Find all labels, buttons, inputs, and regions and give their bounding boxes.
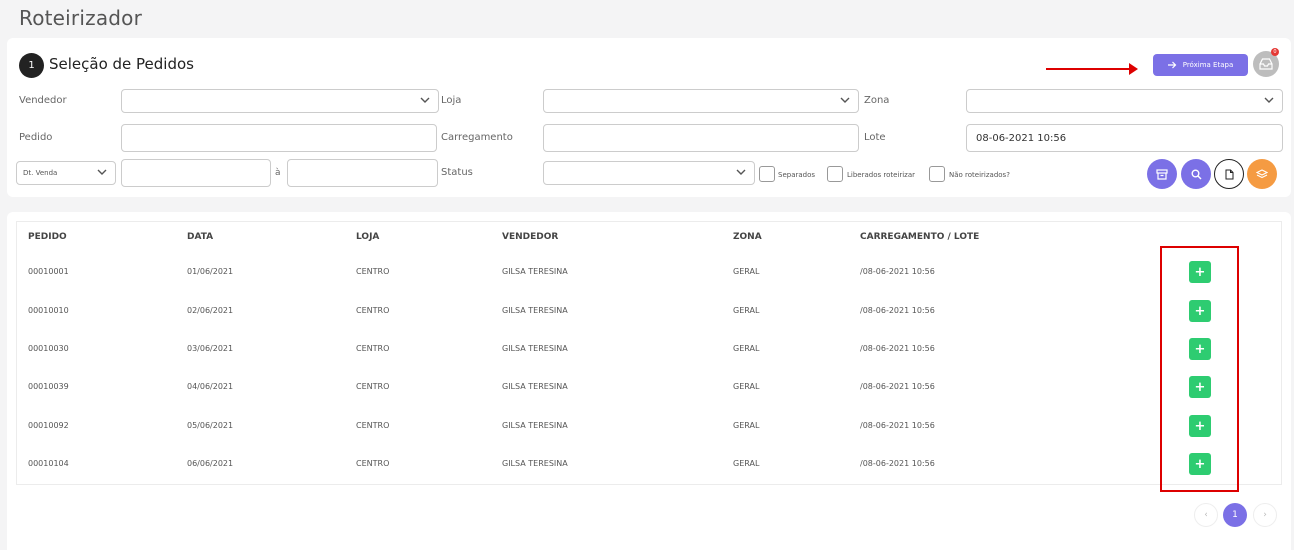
col-header-zona: ZONA (733, 232, 762, 242)
col-header-vendedor: VENDEDOR (502, 232, 559, 242)
annotation-highlight-box (1160, 246, 1239, 492)
col-header-data: DATA (187, 232, 214, 242)
next-step-label: Próxima Etapa (1182, 61, 1234, 69)
step-number-badge: 1 (19, 53, 44, 78)
separados-checkbox[interactable] (759, 166, 775, 182)
page-title: Roteirizador (19, 6, 143, 30)
archive-button[interactable] (1147, 159, 1177, 189)
pagination-page-1[interactable]: 1 (1223, 503, 1247, 527)
cell-zona: GERAL (733, 421, 760, 430)
loja-label: Loja (441, 95, 462, 106)
nao-roteirizados-checkbox[interactable] (929, 166, 945, 182)
cell-pedido: 00010092 (28, 421, 69, 430)
date-from-input[interactable] (121, 159, 271, 187)
cell-pedido: 00010104 (28, 459, 69, 468)
vendedor-label: Vendedor (19, 95, 67, 106)
cell-loja: CENTRO (356, 421, 390, 430)
inbox-icon (1259, 58, 1273, 70)
zona-label: Zona (864, 95, 890, 106)
cell-pedido: 00010001 (28, 267, 69, 276)
cell-zona: GERAL (733, 344, 760, 353)
pedido-input[interactable] (121, 124, 437, 152)
annotation-arrow-head (1129, 63, 1138, 75)
cell-data: 01/06/2021 (187, 267, 234, 276)
separados-label: Separados (778, 171, 816, 179)
date-type-select[interactable]: Dt. Venda (16, 161, 116, 185)
cell-carregamento-lote: /08-06-2021 10:56 (860, 382, 935, 391)
cell-data: 03/06/2021 (187, 344, 234, 353)
carregamento-input[interactable] (543, 124, 859, 152)
cell-vendedor: GILSA TERESINA (502, 267, 568, 276)
cell-zona: GERAL (733, 459, 760, 468)
pedido-label: Pedido (19, 132, 53, 143)
cell-data: 06/06/2021 (187, 459, 234, 468)
status-select[interactable] (543, 161, 755, 185)
cell-vendedor: GILSA TERESINA (502, 306, 568, 315)
chevron-down-icon (840, 97, 850, 103)
cell-loja: CENTRO (356, 382, 390, 391)
cell-carregamento-lote: /08-06-2021 10:56 (860, 306, 935, 315)
cell-data: 02/06/2021 (187, 306, 234, 315)
cell-loja: CENTRO (356, 267, 390, 276)
loja-select[interactable] (543, 89, 859, 113)
cell-vendedor: GILSA TERESINA (502, 382, 568, 391)
cell-pedido: 00010010 (28, 306, 69, 315)
cell-loja: CENTRO (356, 459, 390, 468)
cell-loja: CENTRO (356, 306, 390, 315)
date-type-value: Dt. Venda (23, 169, 58, 177)
search-button[interactable] (1181, 159, 1211, 189)
date-separator: à (275, 168, 281, 178)
lote-label: Lote (864, 132, 886, 143)
chevron-down-icon (420, 97, 430, 103)
col-header-carregamento-lote: CARREGAMENTO / LOTE (860, 232, 980, 242)
arrow-right-icon (1167, 61, 1177, 69)
layers-button[interactable] (1247, 159, 1277, 189)
col-header-loja: LOJA (356, 232, 380, 242)
cell-pedido: 00010039 (28, 382, 69, 391)
layers-icon (1256, 168, 1268, 178)
cell-vendedor: GILSA TERESINA (502, 421, 568, 430)
search-icon (1191, 169, 1201, 179)
pagination-next[interactable]: › (1253, 503, 1277, 527)
annotation-arrow (1046, 68, 1132, 70)
status-label: Status (441, 167, 473, 178)
orders-table (16, 221, 1282, 485)
next-step-button[interactable]: Próxima Etapa (1153, 54, 1248, 76)
cell-vendedor: GILSA TERESINA (502, 344, 568, 353)
zona-select[interactable] (966, 89, 1283, 113)
cell-carregamento-lote: /08-06-2021 10:56 (860, 421, 935, 430)
orders-card (7, 212, 1291, 550)
nao-roteirizados-label: Não roteirizados? (949, 171, 1010, 179)
liberados-checkbox[interactable] (827, 166, 843, 182)
cell-loja: CENTRO (356, 344, 390, 353)
chevron-down-icon (736, 169, 746, 175)
cell-data: 05/06/2021 (187, 421, 234, 430)
liberados-label: Liberados roteirizar (847, 171, 916, 179)
step-title: Seleção de Pedidos (49, 55, 194, 73)
chevron-down-icon (1264, 97, 1274, 103)
cell-carregamento-lote: /08-06-2021 10:56 (860, 344, 935, 353)
lote-input[interactable]: 08-06-2021 10:56 (966, 124, 1283, 152)
document-button[interactable] (1214, 159, 1244, 189)
carregamento-label: Carregamento (441, 132, 513, 143)
cell-pedido: 00010030 (28, 344, 69, 353)
cell-vendedor: GILSA TERESINA (502, 459, 568, 468)
col-header-pedido: PEDIDO (28, 232, 67, 242)
vendedor-select[interactable] (121, 89, 439, 113)
archive-icon (1156, 168, 1168, 180)
chevron-down-icon (97, 169, 107, 175)
date-to-input[interactable] (287, 159, 438, 187)
cell-data: 04/06/2021 (187, 382, 234, 391)
cell-zona: GERAL (733, 382, 760, 391)
cell-zona: GERAL (733, 306, 760, 315)
cell-carregamento-lote: /08-06-2021 10:56 (860, 267, 935, 276)
cell-zona: GERAL (733, 267, 760, 276)
pagination-prev[interactable]: ‹ (1194, 503, 1218, 527)
document-icon (1225, 169, 1233, 179)
filter-card: 1 Seleção de Pedidos Próxima Etapa 0 Ven… (7, 38, 1291, 197)
cell-carregamento-lote: /08-06-2021 10:56 (860, 459, 935, 468)
notification-badge: 0 (1271, 48, 1279, 56)
